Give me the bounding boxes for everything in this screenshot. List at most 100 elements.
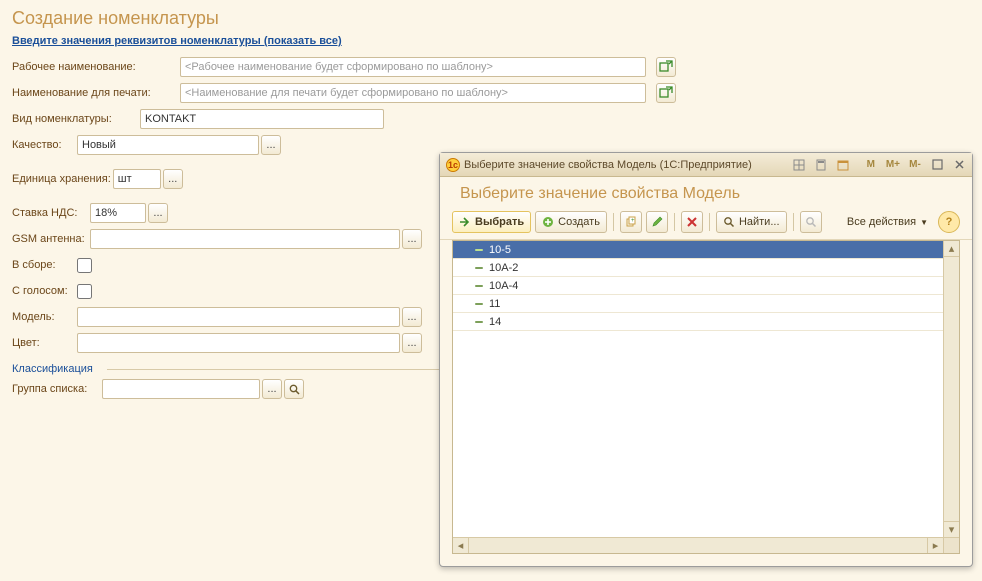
- create-button[interactable]: Создать: [535, 211, 607, 233]
- delete-icon: [686, 216, 698, 228]
- magnifier-icon: [289, 384, 300, 395]
- question-icon: ?: [946, 216, 953, 228]
- list-group-search-button[interactable]: [284, 379, 304, 399]
- titlebar-calendar-button[interactable]: [834, 156, 852, 174]
- maximize-icon: [932, 159, 943, 170]
- voice-checkbox[interactable]: [77, 284, 92, 299]
- item-marker-icon: [475, 303, 483, 305]
- all-actions-label: Все действия: [847, 216, 916, 228]
- find-button-label: Найти...: [739, 216, 780, 228]
- item-marker-icon: [475, 267, 483, 269]
- voice-label: С голосом:: [12, 285, 77, 297]
- vertical-scrollbar[interactable]: ▴ ▾: [943, 241, 959, 537]
- assembled-checkbox[interactable]: [77, 258, 92, 273]
- print-name-label: Наименование для печати:: [12, 87, 180, 99]
- gsm-input[interactable]: [90, 229, 400, 249]
- clear-find-button[interactable]: [800, 211, 822, 233]
- copy-button[interactable]: +: [620, 211, 642, 233]
- assembled-label: В сборе:: [12, 259, 77, 271]
- dialog-toolbar: Выбрать Создать + Найти... Все действия …: [440, 209, 972, 240]
- gsm-label: GSM антенна:: [12, 233, 90, 245]
- horizontal-scrollbar[interactable]: ◂ ▸: [453, 537, 943, 553]
- list-item[interactable]: 10A-2: [453, 259, 943, 277]
- model-picker-button[interactable]: ...: [402, 307, 422, 327]
- working-name-template-button[interactable]: [656, 57, 676, 77]
- list-item[interactable]: 10A-4: [453, 277, 943, 295]
- pencil-icon: [651, 216, 663, 228]
- kind-label: Вид номенклатуры:: [12, 113, 140, 125]
- quality-picker-button[interactable]: ...: [261, 135, 281, 155]
- calculator-icon: [815, 159, 827, 171]
- list-item-label: 10A-2: [489, 262, 518, 274]
- svg-text:+: +: [631, 218, 635, 224]
- close-icon: [954, 159, 965, 170]
- all-actions-button[interactable]: Все действия ▼: [841, 211, 934, 233]
- titlebar-calc-button[interactable]: [812, 156, 830, 174]
- item-marker-icon: [475, 249, 483, 251]
- storage-unit-picker-button[interactable]: ...: [163, 169, 183, 189]
- list-group-picker-button[interactable]: ...: [262, 379, 282, 399]
- titlebar-mminus-button[interactable]: M-: [906, 156, 924, 174]
- plus-icon: [542, 216, 554, 228]
- quality-label: Качество:: [12, 139, 77, 151]
- list-group-input[interactable]: [102, 379, 260, 399]
- list-item[interactable]: 11: [453, 295, 943, 313]
- delete-button[interactable]: [681, 211, 703, 233]
- vat-input[interactable]: [90, 203, 146, 223]
- dialog-titlebar[interactable]: 1c Выберите значение свойства Модель (1С…: [440, 153, 972, 177]
- vat-picker-button[interactable]: ...: [148, 203, 168, 223]
- scroll-up-button[interactable]: ▴: [944, 241, 959, 257]
- show-all-link[interactable]: Введите значения реквизитов номенклатуры…: [0, 35, 342, 57]
- list-item[interactable]: 10-5: [453, 241, 943, 259]
- model-picker-dialog: 1c Выберите значение свойства Модель (1С…: [439, 152, 973, 567]
- template-icon: [659, 60, 673, 74]
- scroll-left-button[interactable]: ◂: [453, 538, 469, 553]
- quality-input[interactable]: [77, 135, 259, 155]
- gsm-picker-button[interactable]: ...: [402, 229, 422, 249]
- color-input[interactable]: [77, 333, 400, 353]
- list-item-label: 10-5: [489, 244, 511, 256]
- toolbar-separator: [674, 213, 675, 231]
- select-button-label: Выбрать: [475, 216, 524, 228]
- storage-unit-label: Единица хранения:: [12, 173, 111, 185]
- magnifier-icon: [723, 216, 735, 228]
- titlebar-mplus-button[interactable]: M+: [884, 156, 902, 174]
- list-item-label: 10A-4: [489, 280, 518, 292]
- model-input[interactable]: [77, 307, 400, 327]
- list-group-label: Группа списка:: [12, 383, 102, 395]
- print-name-input[interactable]: [180, 83, 646, 103]
- template-icon: [659, 86, 673, 100]
- titlebar-grid-button[interactable]: [790, 156, 808, 174]
- arrow-select-icon: [459, 216, 471, 228]
- select-button[interactable]: Выбрать: [452, 211, 531, 233]
- scroll-down-button[interactable]: ▾: [944, 521, 959, 537]
- create-button-label: Создать: [558, 216, 600, 228]
- chevron-down-icon: ▼: [920, 218, 928, 227]
- copy-icon: +: [625, 216, 637, 228]
- app-icon: 1c: [446, 158, 460, 172]
- list-item-label: 11: [489, 298, 500, 310]
- titlebar-m-button[interactable]: M: [862, 156, 880, 174]
- page-title: Создание номенклатуры: [0, 0, 982, 35]
- find-button[interactable]: Найти...: [716, 211, 787, 233]
- vat-label: Ставка НДС:: [12, 207, 90, 219]
- working-name-label: Рабочее наименование:: [12, 61, 180, 73]
- help-button[interactable]: ?: [938, 211, 960, 233]
- toolbar-separator: [613, 213, 614, 231]
- titlebar-maximize-button[interactable]: [928, 156, 946, 174]
- item-marker-icon: [475, 285, 483, 287]
- color-picker-button[interactable]: ...: [402, 333, 422, 353]
- color-label: Цвет:: [12, 337, 77, 349]
- storage-unit-input[interactable]: [113, 169, 161, 189]
- working-name-input[interactable]: [180, 57, 646, 77]
- calendar-icon: [837, 159, 849, 171]
- kind-input[interactable]: [140, 109, 384, 129]
- scroll-right-button[interactable]: ▸: [927, 538, 943, 553]
- toolbar-separator: [793, 213, 794, 231]
- titlebar-close-button[interactable]: [950, 156, 968, 174]
- list-item[interactable]: 14: [453, 313, 943, 331]
- scrollbar-corner: [943, 537, 959, 553]
- model-label: Модель:: [12, 311, 77, 323]
- print-name-template-button[interactable]: [656, 83, 676, 103]
- edit-button[interactable]: [646, 211, 668, 233]
